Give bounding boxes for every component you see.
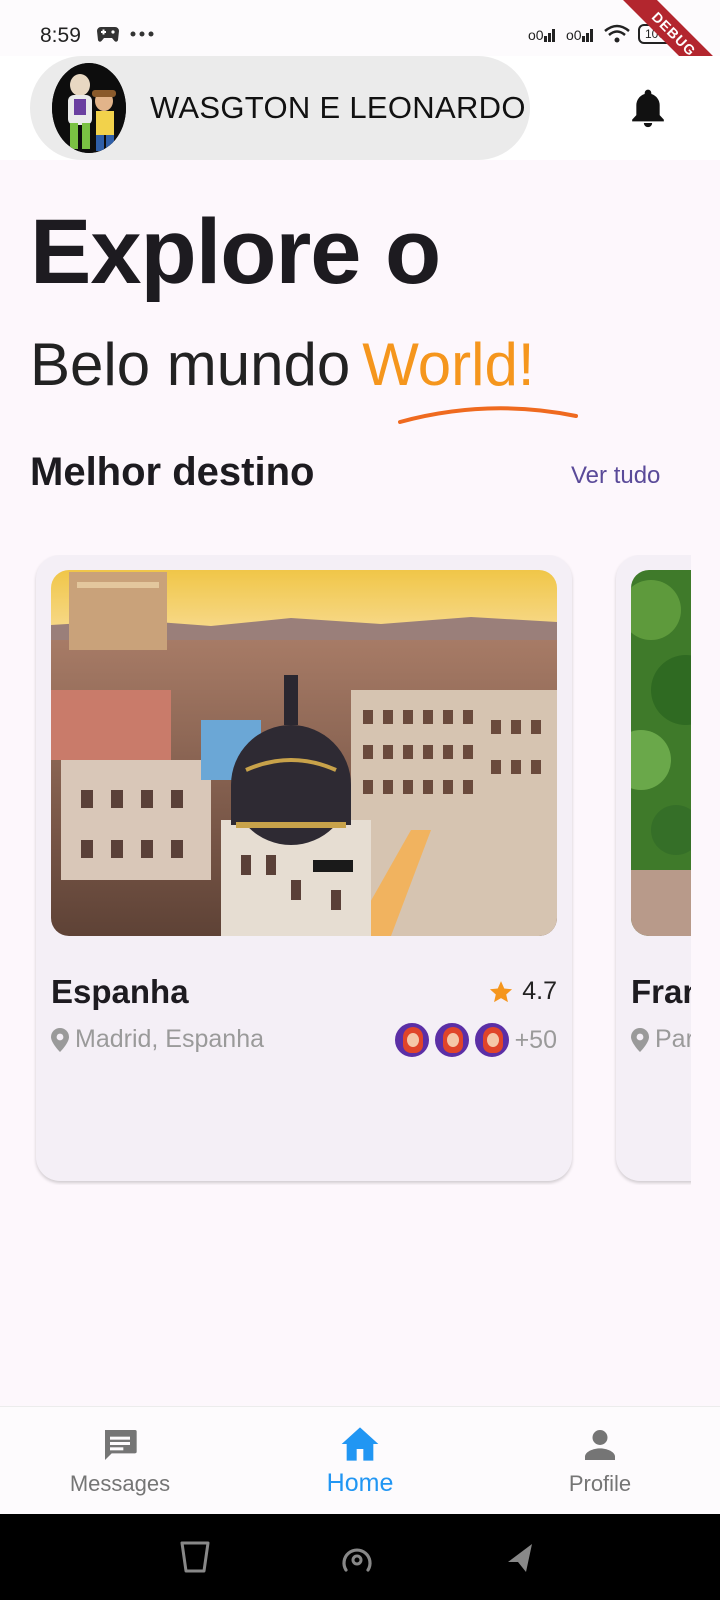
hero-subtitle: Belo mundo World! bbox=[30, 330, 534, 399]
nav-label: Messages bbox=[69, 1471, 171, 1496]
signal-icon: o0 bbox=[528, 27, 555, 43]
visitor-avatar bbox=[392, 1021, 431, 1059]
status-bar: 8:59 o0 o0 100 DEBUG bbox=[0, 0, 720, 100]
status-left-icons bbox=[96, 24, 154, 44]
signal-icon-2: o0 bbox=[566, 27, 593, 43]
destination-card[interactable]: França Paris, França bbox=[616, 555, 691, 1181]
more-dots-icon bbox=[130, 31, 154, 37]
destination-location: Madrid, Espanha bbox=[51, 1025, 264, 1054]
visitor-avatar bbox=[432, 1021, 471, 1059]
visitors-extra-count: +50 bbox=[514, 1025, 557, 1054]
back-icon[interactable] bbox=[504, 1540, 538, 1574]
nav-label: Home bbox=[326, 1469, 394, 1497]
home-icon bbox=[341, 1427, 379, 1461]
nav-home[interactable]: Home bbox=[240, 1407, 480, 1515]
section-title: Melhor destino bbox=[30, 450, 315, 494]
location-pin-icon bbox=[631, 1027, 649, 1052]
nav-messages[interactable]: Messages bbox=[0, 1407, 240, 1515]
user-chip[interactable]: WASGTON E LEONARDO bbox=[30, 56, 530, 160]
destination-card[interactable]: Espanha 4.7 Madrid, Espanha +50 bbox=[36, 555, 572, 1181]
nav-label: Profile bbox=[568, 1471, 632, 1496]
bottom-nav: Messages Home Profile bbox=[0, 1406, 720, 1514]
wifi-icon bbox=[604, 24, 630, 43]
destination-title: França bbox=[631, 973, 691, 1010]
destination-rating: 4.7 bbox=[488, 977, 557, 1006]
madrid-city-image bbox=[51, 570, 557, 936]
toy-story-avatar-image bbox=[52, 63, 126, 153]
hero-subtitle-plain: Belo mundo bbox=[30, 331, 351, 398]
visitor-avatar bbox=[472, 1021, 511, 1059]
hero-subtitle-accent: World! bbox=[362, 331, 535, 398]
swoosh-underline bbox=[398, 406, 578, 424]
app-header: WASGTON E LEONARDO bbox=[0, 56, 720, 160]
star-icon bbox=[490, 980, 513, 1002]
location-text: Paris, França bbox=[655, 1025, 691, 1053]
destination-photo bbox=[631, 570, 691, 936]
destination-carousel[interactable]: Espanha 4.7 Madrid, Espanha +50 Fra Par bbox=[0, 555, 691, 1185]
svg-text:o0: o0 bbox=[566, 27, 582, 43]
status-time: 8:59 bbox=[40, 24, 81, 47]
person-icon bbox=[585, 1430, 615, 1460]
avatar bbox=[52, 63, 126, 153]
system-nav-bar bbox=[0, 1514, 720, 1600]
svg-text:o0: o0 bbox=[528, 27, 544, 43]
message-icon bbox=[105, 1430, 137, 1460]
visitors-group: +50 bbox=[392, 1021, 557, 1059]
destination-title: Espanha bbox=[51, 973, 189, 1010]
rating-value: 4.7 bbox=[522, 977, 557, 1005]
destination-location: Paris, França bbox=[631, 1025, 691, 1054]
nav-profile[interactable]: Profile bbox=[480, 1407, 720, 1515]
user-name: WASGTON E LEONARDO bbox=[150, 90, 526, 125]
paris-nature-image bbox=[631, 570, 691, 936]
recent-apps-icon[interactable] bbox=[178, 1540, 212, 1574]
destination-photo bbox=[51, 570, 557, 936]
see-all-link[interactable]: Ver tudo bbox=[571, 462, 660, 490]
bell-icon[interactable] bbox=[628, 86, 668, 130]
location-text: Madrid, Espanha bbox=[75, 1025, 265, 1053]
hero-title: Explore o bbox=[30, 201, 441, 303]
location-pin-icon bbox=[51, 1027, 69, 1052]
home-system-icon[interactable] bbox=[340, 1540, 374, 1574]
gamepad-icon bbox=[97, 27, 119, 42]
